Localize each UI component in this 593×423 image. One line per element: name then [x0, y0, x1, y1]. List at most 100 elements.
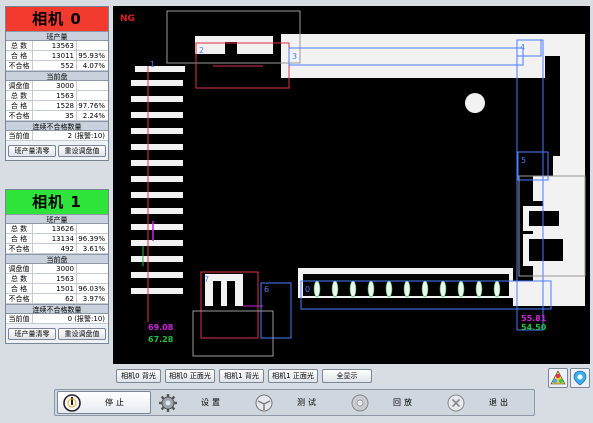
- reset-tray-button[interactable]: 重设调盘值: [58, 328, 106, 340]
- row-label: 合 格: [6, 51, 33, 60]
- current-tray-header: 当前盘: [6, 71, 108, 81]
- svg-text:4: 4: [520, 43, 525, 52]
- test-button[interactable]: 测试: [249, 391, 343, 414]
- row-value: 1528: [33, 101, 77, 110]
- measure-left-top: 69.08: [148, 323, 174, 332]
- row-value: 62: [33, 294, 77, 303]
- cam1-backlight-button[interactable]: 相机1 背光: [219, 369, 264, 383]
- camera-0-title: 相机 0: [6, 7, 108, 31]
- table-row: 调盘值 3000: [6, 81, 108, 91]
- table-row: 调盘值 3000: [6, 264, 108, 274]
- inspection-status: NG: [120, 14, 135, 24]
- row-label: 合 格: [6, 101, 33, 110]
- svg-text:3: 3: [292, 52, 297, 61]
- table-row: 不合格 492 3.61%: [6, 244, 108, 254]
- playback-label: 回放: [393, 398, 415, 407]
- cam0-backlight-button[interactable]: 相机0 背光: [116, 369, 161, 383]
- svg-text:2: 2: [199, 46, 204, 55]
- stop-icon: [63, 393, 81, 412]
- test-icon: [255, 394, 273, 411]
- table-row: 合 格 1528 97.76%: [6, 101, 108, 111]
- settings-button[interactable]: 设置: [153, 391, 247, 414]
- row-label: 调盘值: [6, 264, 33, 273]
- row-label: 不合格: [6, 294, 33, 303]
- row-value: 1563: [33, 91, 77, 100]
- row-value: 3000: [33, 81, 77, 90]
- row-value: 552: [33, 61, 77, 70]
- row-value: 13626: [33, 224, 77, 233]
- exit-button[interactable]: 退出: [441, 391, 535, 414]
- stop-button[interactable]: 停止: [57, 391, 151, 414]
- left-comb-teeth: [131, 66, 185, 294]
- row-value: 2 (报警:10): [67, 132, 105, 140]
- disc-icon: [351, 394, 369, 411]
- exit-label: 退出: [489, 398, 511, 407]
- playback-button[interactable]: 回放: [345, 391, 439, 414]
- row-label: 调盘值: [6, 81, 33, 90]
- row-value: 1501: [33, 284, 77, 293]
- row-value: 13011: [33, 51, 77, 60]
- row-percent: 3.97%: [82, 295, 105, 303]
- row-percent: 3.61%: [82, 245, 105, 253]
- table-row: 总 数 1563: [6, 91, 108, 101]
- row-percent: 97.76%: [78, 102, 105, 110]
- table-row: 合 格 13134 96.39%: [6, 234, 108, 244]
- camera-0-panel: 相机 0 班产量 总 数 13563 合 格 13011 95.93% 不合格 …: [5, 6, 109, 161]
- close-icon: [447, 394, 465, 411]
- camera-1-panel: 相机 1 班产量 总 数 13626 合 格 13134 96.39% 不合格 …: [5, 189, 109, 344]
- table-row: 总 数 1563: [6, 274, 108, 284]
- alignment-hole: [465, 93, 485, 113]
- cam0-frontlight-button[interactable]: 相机0 正面光: [165, 369, 215, 383]
- stop-label: 停止: [105, 398, 127, 407]
- reset-shift-button[interactable]: 班产量清零: [8, 328, 56, 340]
- row-label: 当前值: [6, 314, 33, 323]
- main-toolbar: 停止 设置 测试 回放 退出: [54, 389, 535, 416]
- row-label: 不合格: [6, 244, 33, 253]
- row-value: 1563: [33, 274, 77, 283]
- row-percent: 96.39%: [78, 235, 105, 243]
- table-row: 不合格 62 3.97%: [6, 294, 108, 304]
- row-label: 总 数: [6, 274, 33, 283]
- row-label: 合 格: [6, 234, 33, 243]
- row-percent: [77, 41, 108, 50]
- row-value: 3000: [33, 264, 77, 273]
- row-percent: [77, 91, 108, 100]
- camera-1-title: 相机 1: [6, 190, 108, 214]
- row-value: 492: [33, 244, 77, 253]
- shift-output-header: 班产量: [6, 214, 108, 224]
- table-row: 总 数 13563: [6, 41, 108, 51]
- row-label: 总 数: [6, 41, 33, 50]
- test-label: 测试: [297, 398, 319, 407]
- shift-output-header: 班产量: [6, 31, 108, 41]
- palette-icon[interactable]: [548, 368, 568, 388]
- measure-right-bottom: 54.50: [521, 323, 547, 332]
- table-row: 合 格 13011 95.93%: [6, 51, 108, 61]
- reset-tray-button[interactable]: 重设调盘值: [58, 145, 106, 157]
- table-row: 合 格 1501 96.03%: [6, 284, 108, 294]
- roi-labels: 0 1 2 3 4 5 6 7: [150, 43, 526, 294]
- camera-image-viewport[interactable]: 0 1 2 3 4 5 6 7 69.08 67.28 55.81 54.50: [113, 6, 590, 364]
- reset-shift-button[interactable]: 班产量清零: [8, 145, 56, 157]
- svg-text:0: 0: [305, 285, 310, 294]
- row-percent: 96.03%: [78, 285, 105, 293]
- row-label: 总 数: [6, 224, 33, 233]
- svg-text:6: 6: [264, 285, 269, 294]
- settings-label: 设置: [201, 398, 223, 407]
- row-value: 0 (报警:10): [67, 315, 105, 323]
- show-all-button[interactable]: 全显示: [322, 369, 372, 383]
- table-row: 当前值 0 (报警:10): [6, 314, 108, 324]
- row-label: 总 数: [6, 91, 33, 100]
- row-label: 合 格: [6, 284, 33, 293]
- row-label: 不合格: [6, 111, 33, 120]
- svg-text:1: 1: [150, 60, 155, 69]
- cam1-frontlight-button[interactable]: 相机1 正面光: [268, 369, 318, 383]
- current-tray-header: 当前盘: [6, 254, 108, 264]
- location-pin-icon[interactable]: [570, 368, 590, 388]
- row-percent: 95.93%: [78, 52, 105, 60]
- row-value: 13134: [33, 234, 77, 243]
- row-value: 13563: [33, 41, 77, 50]
- row-value: 35: [33, 111, 77, 120]
- measure-left-bottom: 67.28: [148, 335, 174, 344]
- consecutive-fail-header: 连续不合格数量: [6, 121, 108, 131]
- table-row: 当前值 2 (报警:10): [6, 131, 108, 141]
